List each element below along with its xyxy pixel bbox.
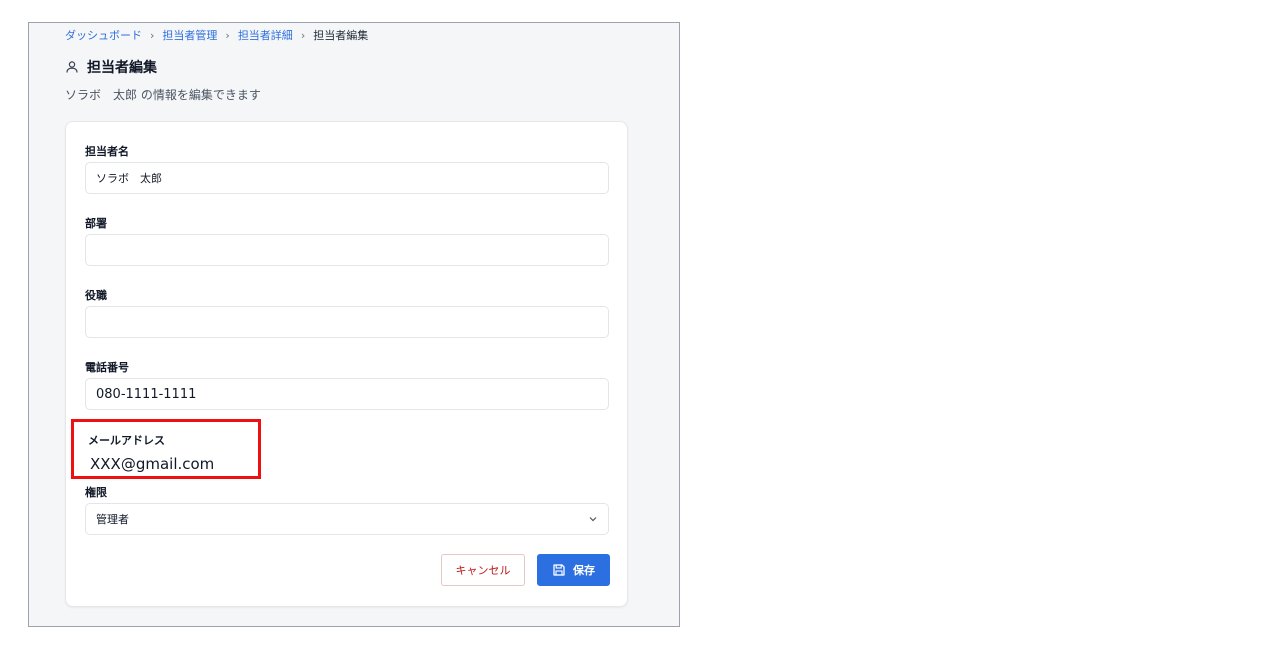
name-input-value: ソラボ 太郎 — [96, 172, 162, 185]
breadcrumb-dashboard[interactable]: ダッシュボード — [65, 27, 142, 43]
chevron-right-icon: › — [150, 28, 155, 42]
position-input[interactable] — [85, 306, 609, 338]
save-icon — [553, 564, 565, 576]
page-subtitle: ソラボ 太郎 の情報を編集できます — [65, 88, 261, 102]
edit-form-card: 担当者名 ソラボ 太郎 部署 役職 電話番号 080-1111-1111 権限 … — [65, 121, 628, 607]
email-label: メールアドレス — [88, 434, 165, 447]
department-label: 部署 — [85, 217, 107, 230]
name-label: 担当者名 — [85, 145, 129, 158]
department-input[interactable] — [85, 234, 609, 266]
phone-input[interactable]: 080-1111-1111 — [85, 378, 609, 410]
email-highlight-box: メールアドレス XXX@gmail.com — [71, 419, 261, 479]
phone-label: 電話番号 — [85, 361, 129, 374]
email-input[interactable]: XXX@gmail.com — [90, 455, 214, 473]
position-label: 役職 — [85, 289, 107, 302]
breadcrumb-staff-detail[interactable]: 担当者詳細 — [238, 27, 293, 43]
role-select[interactable]: 管理者 — [85, 503, 609, 535]
save-button-label: 保存 — [573, 564, 595, 577]
user-icon — [66, 61, 78, 73]
role-select-value: 管理者 — [96, 513, 129, 526]
chevron-right-icon: › — [300, 28, 306, 42]
page-title: 担当者編集 — [65, 57, 157, 77]
breadcrumb: ダッシュボード › 担当者管理 › 担当者詳細 › 担当者編集 — [65, 27, 368, 43]
cancel-button-label: キャンセル — [455, 564, 511, 577]
cancel-button[interactable]: キャンセル — [441, 554, 525, 586]
chevron-down-icon — [589, 517, 597, 522]
chevron-right-icon: › — [225, 28, 230, 42]
save-button[interactable]: 保存 — [537, 554, 610, 586]
app-frame: ダッシュボード › 担当者管理 › 担当者詳細 › 担当者編集 担当者編集 ソラ… — [28, 22, 680, 627]
breadcrumb-staff-management[interactable]: 担当者管理 — [162, 27, 217, 43]
phone-input-value: 080-1111-1111 — [96, 386, 197, 402]
breadcrumb-current: 担当者編集 — [313, 29, 369, 42]
page-title-text: 担当者編集 — [87, 60, 157, 76]
role-label: 権限 — [85, 486, 107, 499]
name-input[interactable]: ソラボ 太郎 — [85, 162, 609, 194]
